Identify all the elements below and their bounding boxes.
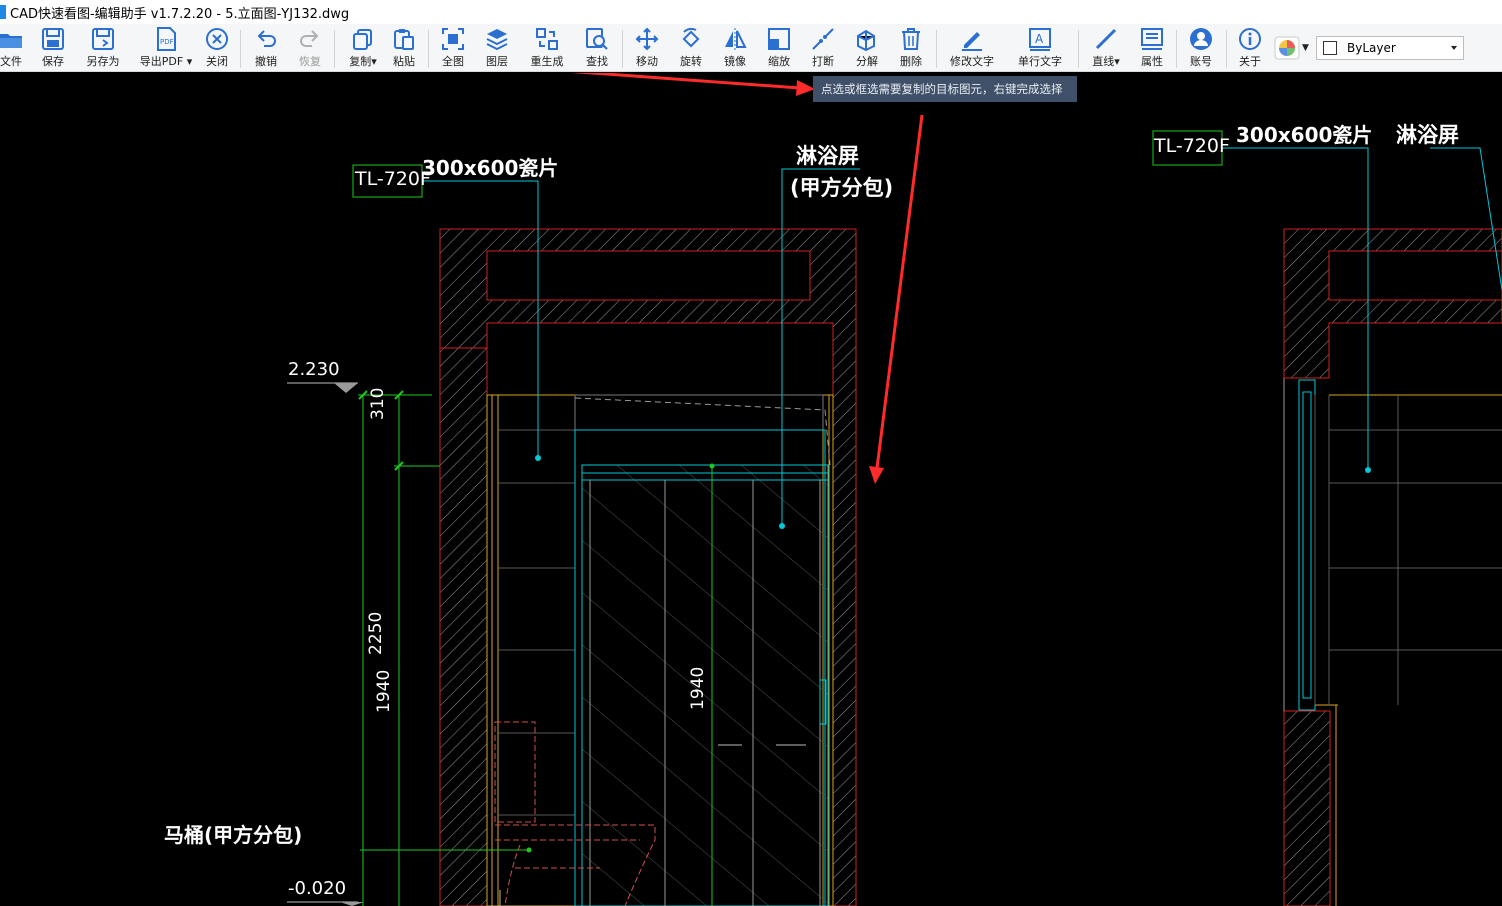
text-icon: A bbox=[1029, 28, 1051, 51]
rotate-icon bbox=[682, 27, 700, 48]
save-button[interactable]: 保存 bbox=[36, 26, 70, 70]
svg-text:A: A bbox=[1035, 32, 1044, 46]
trash-icon bbox=[902, 28, 920, 50]
regenerate-icon bbox=[536, 28, 558, 50]
layers-button[interactable]: 图层 bbox=[483, 26, 511, 70]
line-label: 直线 bbox=[1092, 55, 1115, 68]
level-top-label: 2.230 bbox=[288, 359, 340, 380]
color-wheel-icon bbox=[1274, 36, 1300, 60]
info-icon bbox=[1239, 28, 1261, 50]
tag-label-right: TL-720F bbox=[1154, 135, 1230, 157]
layer-dropdown[interactable]: ByLayer bbox=[1316, 36, 1464, 60]
layer-dropdown-value: ByLayer bbox=[1347, 41, 1396, 55]
save-as-icon bbox=[92, 28, 114, 50]
paste-button[interactable]: 粘贴 bbox=[390, 26, 418, 70]
user-icon bbox=[1190, 28, 1212, 50]
mirror-button[interactable]: 镜像 bbox=[721, 26, 749, 70]
shower-screen-label-right: 淋浴屏 bbox=[1396, 123, 1459, 147]
line-button[interactable]: 直线▾ bbox=[1088, 26, 1124, 70]
toilet-label: 马桶(甲方分包) bbox=[164, 823, 303, 847]
fit-view-icon bbox=[442, 28, 464, 50]
copy-icon bbox=[353, 29, 372, 50]
break-button[interactable]: 打断 bbox=[809, 26, 837, 70]
separator bbox=[936, 30, 937, 68]
wall-right-elevation bbox=[1152, 130, 1502, 906]
save-icon bbox=[42, 28, 64, 50]
separator bbox=[1176, 30, 1177, 68]
window-title: CAD快速看图-编辑助手 v1.7.2.20 - 5.立面图-YJ132.dwg bbox=[10, 6, 350, 22]
dimension-1940-mid: 1940 bbox=[688, 666, 708, 710]
explode-button[interactable]: 分解 bbox=[853, 26, 881, 70]
pencil-icon bbox=[962, 32, 982, 51]
separator bbox=[1078, 30, 1079, 68]
undo-button[interactable]: 撤销 bbox=[252, 26, 280, 70]
layer-color-swatch bbox=[1323, 41, 1337, 55]
explode-icon bbox=[857, 29, 875, 52]
redo-icon bbox=[300, 30, 319, 47]
export-pdf-label: 导出PDF bbox=[139, 55, 184, 68]
copy-tooltip: 点选或框选需要复制的目标图元，右键完成选择 bbox=[813, 76, 1077, 102]
redo-button[interactable]: 恢复 bbox=[296, 26, 324, 70]
wall-left-elevation bbox=[439, 228, 857, 906]
color-picker[interactable]: ▼ bbox=[1274, 36, 1312, 60]
tile-label-right: 300x600瓷片 bbox=[1236, 123, 1373, 147]
separator bbox=[1226, 30, 1227, 68]
single-line-text-button[interactable]: A 单行文字 bbox=[1014, 26, 1066, 70]
shower-screen-note-left: (甲方分包) bbox=[790, 176, 894, 200]
pdf-icon: PDF bbox=[157, 27, 176, 51]
folder-icon bbox=[0, 34, 22, 48]
search-icon bbox=[586, 28, 608, 50]
rotate-button[interactable]: 旋转 bbox=[677, 26, 705, 70]
mirror-icon bbox=[725, 28, 747, 50]
delete-button[interactable]: 删除 bbox=[897, 26, 925, 70]
find-button[interactable]: 查找 bbox=[583, 26, 611, 70]
dimension-1940-left: 1940 bbox=[374, 669, 394, 713]
account-button[interactable]: 账号 bbox=[1187, 26, 1215, 70]
undo-icon bbox=[257, 30, 276, 47]
tile-label-left: 300x600瓷片 bbox=[422, 156, 559, 180]
chevron-down-icon: ▼ bbox=[1302, 43, 1309, 53]
move-button[interactable]: 移动 bbox=[633, 26, 661, 70]
cad-drawing bbox=[287, 73, 1502, 906]
paste-icon bbox=[394, 29, 414, 50]
dimension-310: 310 bbox=[368, 387, 388, 420]
full-view-button[interactable]: 全图 bbox=[439, 26, 467, 70]
line-icon bbox=[1095, 28, 1117, 50]
edit-text-button[interactable]: 修改文字 bbox=[946, 26, 998, 70]
chevron-down-icon bbox=[1451, 46, 1457, 50]
separator bbox=[334, 30, 335, 68]
shower-screen-label-left: 淋浴屏 bbox=[796, 144, 859, 168]
level-bottom-label: -0.020 bbox=[288, 878, 347, 899]
copy-label: 复制 bbox=[349, 55, 372, 68]
close-icon bbox=[206, 28, 228, 50]
export-pdf-button[interactable]: PDF 导出PDF ▾ bbox=[138, 26, 194, 70]
file-button[interactable]: 文件 bbox=[0, 26, 24, 70]
separator bbox=[428, 30, 429, 68]
svg-text:PDF: PDF bbox=[160, 38, 174, 46]
break-icon bbox=[812, 28, 834, 50]
separator bbox=[622, 30, 623, 68]
save-as-button[interactable]: 另存为 bbox=[83, 26, 123, 70]
move-icon bbox=[635, 27, 659, 51]
layers-icon bbox=[486, 29, 508, 51]
scale-icon bbox=[768, 28, 790, 50]
close-file-button[interactable]: 关闭 bbox=[203, 26, 231, 70]
separator bbox=[240, 30, 241, 68]
about-button[interactable]: 关于 bbox=[1236, 26, 1264, 70]
scale-button[interactable]: 缩放 bbox=[765, 26, 793, 70]
dimension-2250: 2250 bbox=[366, 611, 386, 655]
copy-button[interactable]: 复制▾ bbox=[344, 26, 382, 70]
tag-label-left: TL-720F bbox=[355, 168, 431, 190]
properties-button[interactable]: 属性 bbox=[1138, 26, 1166, 70]
properties-icon bbox=[1141, 28, 1163, 50]
app-icon bbox=[0, 5, 6, 19]
drawing-canvas[interactable]: TL-720F 300x600瓷片 淋浴屏 (甲方分包) TL-720F 300… bbox=[0, 73, 1502, 906]
title-bar: CAD快速看图-编辑助手 v1.7.2.20 - 5.立面图-YJ132.dwg bbox=[0, 0, 1502, 24]
regenerate-button[interactable]: 重生成 bbox=[527, 26, 567, 70]
